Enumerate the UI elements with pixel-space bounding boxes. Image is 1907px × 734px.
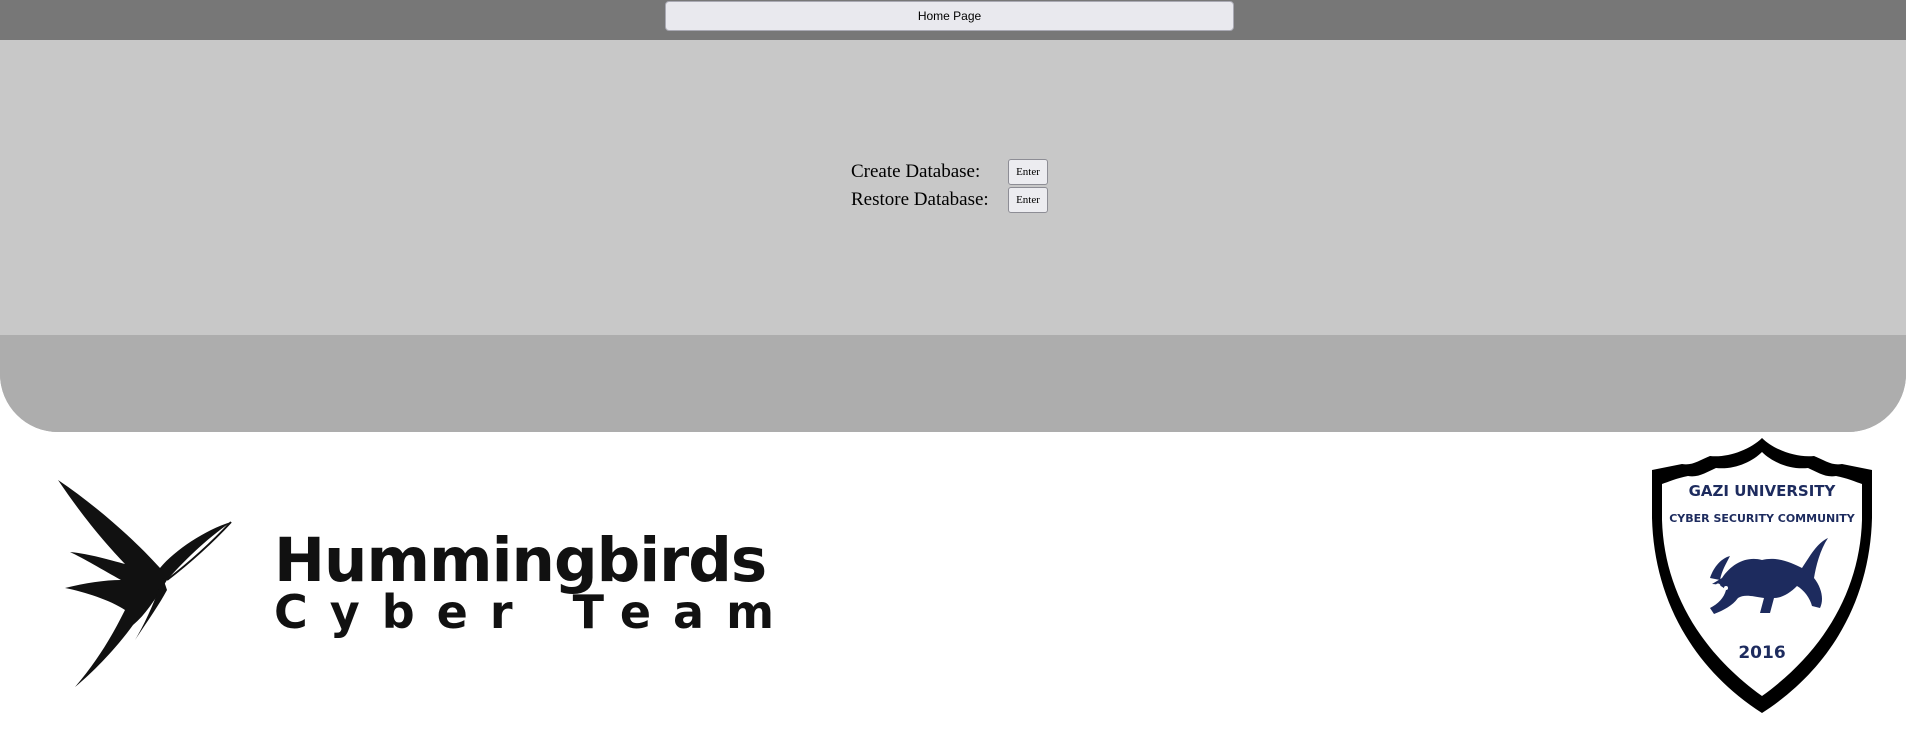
top-bar: Home Page <box>0 0 1906 40</box>
team-name-line1: Hummingbirds <box>274 525 767 596</box>
create-database-row: Create Database: Enter <box>851 159 1048 185</box>
app-frame: Home Page Create Database: Enter Restore… <box>0 0 1906 432</box>
team-name-line2: Cyber Team <box>274 585 797 639</box>
community-subtitle: CYBER SECURITY COMMUNITY <box>1669 512 1856 525</box>
team-name: Hummingbirds Cyber Team <box>274 525 797 639</box>
restore-database-enter-button[interactable]: Enter <box>1008 187 1048 213</box>
restore-database-row: Restore Database: Enter <box>851 187 1048 213</box>
content-panel: Create Database: Enter Restore Database:… <box>0 40 1906 335</box>
create-database-enter-button[interactable]: Enter <box>1008 159 1048 185</box>
shield-icon: GAZI UNIVERSITY CYBER SECURITY COMMUNITY… <box>1652 438 1872 713</box>
bottom-strip <box>0 335 1906 432</box>
restore-database-label: Restore Database: <box>851 189 989 210</box>
home-page-button[interactable]: Home Page <box>665 1 1234 31</box>
community-name: GAZI UNIVERSITY <box>1689 482 1837 500</box>
create-database-label: Create Database: <box>851 161 981 182</box>
community-year: 2016 <box>1738 643 1785 663</box>
